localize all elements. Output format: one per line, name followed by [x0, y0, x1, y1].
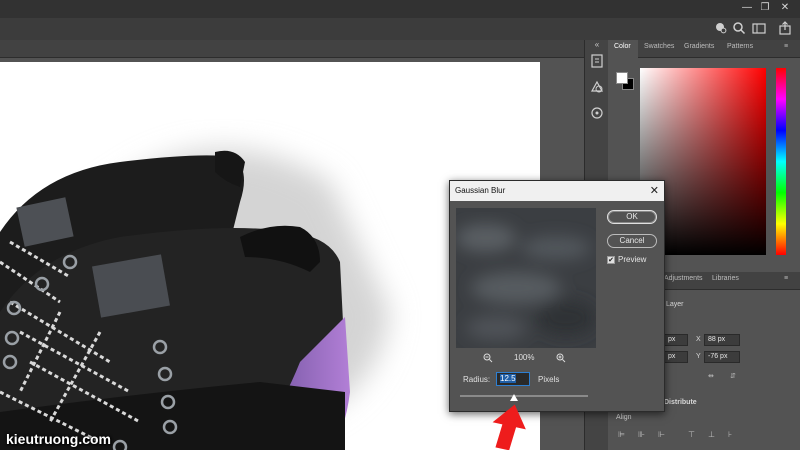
align-left-icon[interactable]: ⊫	[618, 430, 625, 439]
collapse-panels-icon[interactable]: «	[585, 40, 609, 50]
layer-label: Layer	[666, 301, 684, 308]
ok-button[interactable]: OK	[607, 210, 657, 224]
panel-menu-icon[interactable]: ≡	[784, 43, 788, 50]
cancel-button[interactable]: Cancel	[607, 234, 657, 248]
radius-input[interactable]: 12.5	[496, 372, 530, 386]
blurred-preview-image	[456, 208, 596, 348]
history-icon[interactable]	[588, 54, 606, 72]
watermark: kieutruong.com	[6, 431, 112, 447]
distribute-label: Distribute	[664, 399, 697, 406]
y-field[interactable]: -76 px	[704, 351, 740, 363]
red-arrow-slider-icon	[492, 404, 526, 450]
flip-vertical-icon[interactable]: ⇵	[730, 372, 736, 380]
paths-icon[interactable]	[588, 106, 606, 124]
zoom-out-icon[interactable]	[483, 353, 493, 365]
tab-gradients[interactable]: Gradients	[684, 43, 714, 50]
radius-label: Radius:	[463, 375, 491, 384]
gaussian-blur-dialog: Gaussian Blur ✕ OK Cancel ✔ Preview 100%…	[449, 180, 665, 412]
radius-slider-track[interactable]	[460, 395, 588, 397]
blur-preview[interactable]	[456, 208, 596, 348]
zoom-in-icon[interactable]	[556, 353, 566, 365]
flip-horizontal-icon[interactable]: ⇹	[708, 372, 714, 380]
photoshop-window: — ❐ ✕ « Color Swatches Gradients Pattern…	[0, 0, 800, 450]
height-field[interactable]: px	[664, 351, 688, 363]
minimize-button[interactable]: —	[740, 2, 754, 14]
foreground-color-swatch[interactable]	[616, 72, 628, 84]
radius-value: 12.5	[500, 374, 516, 383]
align-label: Align	[616, 414, 632, 421]
tab-swatches[interactable]: Swatches	[644, 43, 674, 50]
align-top-icon[interactable]: ⊤	[688, 430, 695, 439]
x-label: X	[696, 336, 701, 343]
align-center-icon[interactable]: ⊪	[638, 430, 645, 439]
align-middle-icon[interactable]: ⊥	[708, 430, 715, 439]
shapes-icon[interactable]	[588, 80, 606, 98]
hue-slider[interactable]	[776, 68, 786, 255]
tab-adjustments[interactable]: Adjustments	[664, 275, 703, 282]
panel-menu-icon[interactable]: ≡	[784, 275, 788, 282]
share-icon[interactable]	[777, 21, 793, 37]
title-bar: — ❐ ✕	[0, 0, 800, 18]
tab-libraries[interactable]: Libraries	[712, 275, 739, 282]
x-field[interactable]: 88 px	[704, 334, 740, 346]
zoom-level: 100%	[514, 353, 535, 362]
align-right-icon[interactable]: ⊩	[658, 430, 665, 439]
close-icon[interactable]: ✕	[650, 184, 659, 197]
options-bar	[0, 18, 800, 40]
y-label: Y	[696, 353, 701, 360]
restore-button[interactable]: ❐	[758, 2, 772, 14]
radius-slider-thumb[interactable]	[510, 394, 518, 401]
dialog-title: Gaussian Blur	[455, 186, 506, 195]
document-tab-bar	[0, 40, 584, 58]
align-bottom-icon[interactable]: ⊦	[728, 430, 732, 439]
units-label: Pixels	[538, 375, 560, 384]
preview-label: Preview	[618, 255, 647, 264]
learn-icon[interactable]	[712, 21, 728, 37]
preview-checkbox[interactable]: ✔	[607, 256, 615, 264]
color-panel-tabs: Color Swatches Gradients Patterns ≡	[608, 40, 800, 58]
dialog-title-bar[interactable]: Gaussian Blur ✕	[450, 181, 664, 201]
close-button[interactable]: ✕	[778, 2, 792, 14]
search-icon[interactable]	[731, 21, 747, 37]
workspace-icon[interactable]	[751, 21, 767, 37]
tab-patterns[interactable]: Patterns	[727, 43, 753, 50]
width-field[interactable]: px	[664, 334, 688, 346]
align-buttons: ⊫ ⊪ ⊩ ⊤ ⊥ ⊦	[618, 430, 748, 440]
tab-color[interactable]: Color	[614, 43, 631, 50]
